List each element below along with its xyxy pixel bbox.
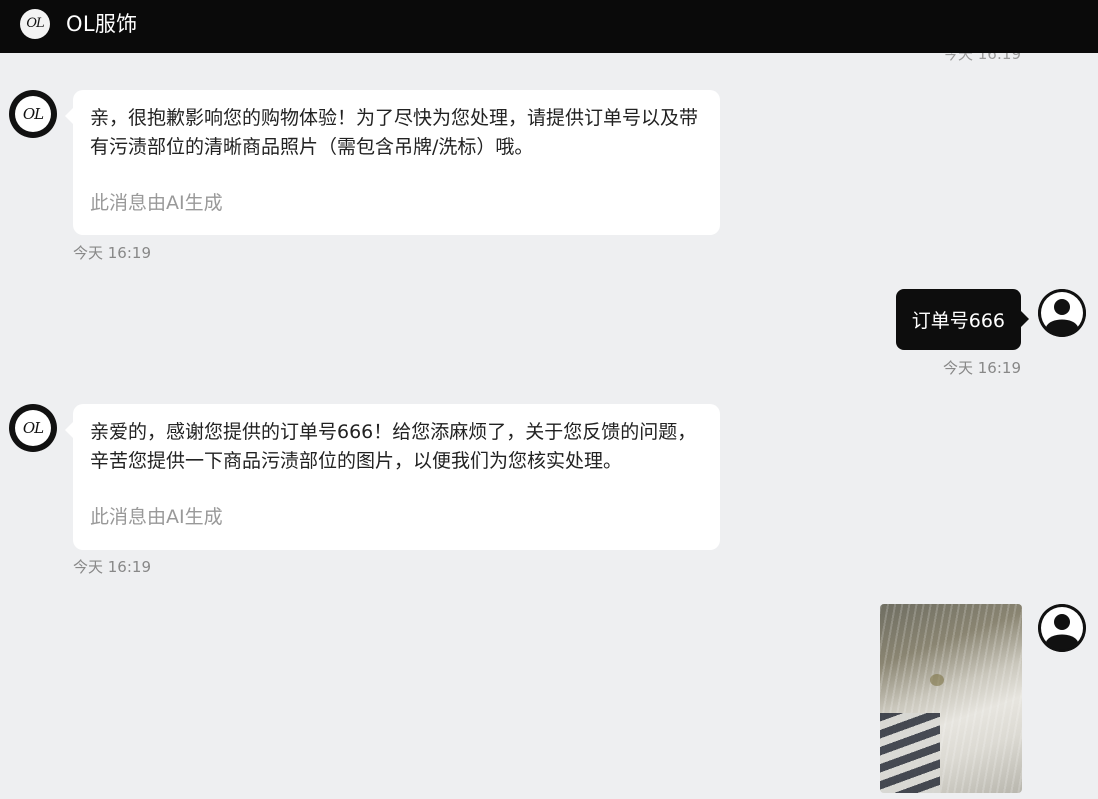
photo-stain [930, 674, 944, 686]
outgoing-message-bubble[interactable]: 订单号666 [895, 289, 1030, 350]
incoming-message-bubble[interactable]: 亲，很抱歉影响您的购物体验！为了尽快为您处理，请提供订单号以及带 有污渍部位的清… [65, 90, 720, 235]
shop-title: OL服饰 [66, 11, 138, 36]
shop-avatar[interactable]: OL [9, 404, 57, 452]
shop-avatar[interactable]: OL [9, 90, 57, 138]
ai-generated-note: 此消息由AI生成 [90, 192, 223, 214]
message-text: 订单号666 [911, 310, 1005, 332]
message-list[interactable]: 今天 16:19 OL 亲，很抱歉影响您的购物体验！为了尽快为您处理，请提供订单… [0, 53, 1098, 799]
incoming-message-bubble[interactable]: 亲爱的，感谢您提供的订单号666！给您添麻烦了，关于您反馈的问题， 辛苦您提供一… [65, 404, 720, 550]
outgoing-image-message[interactable] [880, 604, 1022, 793]
ai-generated-note: 此消息由AI生成 [90, 506, 223, 528]
message-time: 今天 16:19 [943, 53, 1021, 63]
message-time: 今天 16:19 [73, 244, 151, 262]
photo-stripes [880, 713, 940, 793]
message-text-line: 亲，很抱歉影响您的购物体验！为了尽快为您处理，请提供订单号以及带 [90, 107, 699, 129]
user-avatar-icon[interactable] [1038, 289, 1086, 337]
message-time: 今天 16:19 [73, 558, 151, 576]
user-avatar-icon[interactable] [1038, 604, 1086, 652]
message-text-line: 有污渍部位的清晰商品照片（需包含吊牌/洗标）哦。 [90, 136, 534, 158]
message-text-line: 亲爱的，感谢您提供的订单号666！给您添麻烦了，关于您反馈的问题， [90, 421, 697, 443]
message-time: 今天 16:19 [943, 359, 1021, 377]
message-text-line: 辛苦您提供一下商品污渍部位的图片，以便我们为您核实处理。 [90, 450, 623, 472]
chat-header: OL OL服饰 [0, 0, 1098, 53]
shop-logo[interactable]: OL [20, 8, 50, 39]
